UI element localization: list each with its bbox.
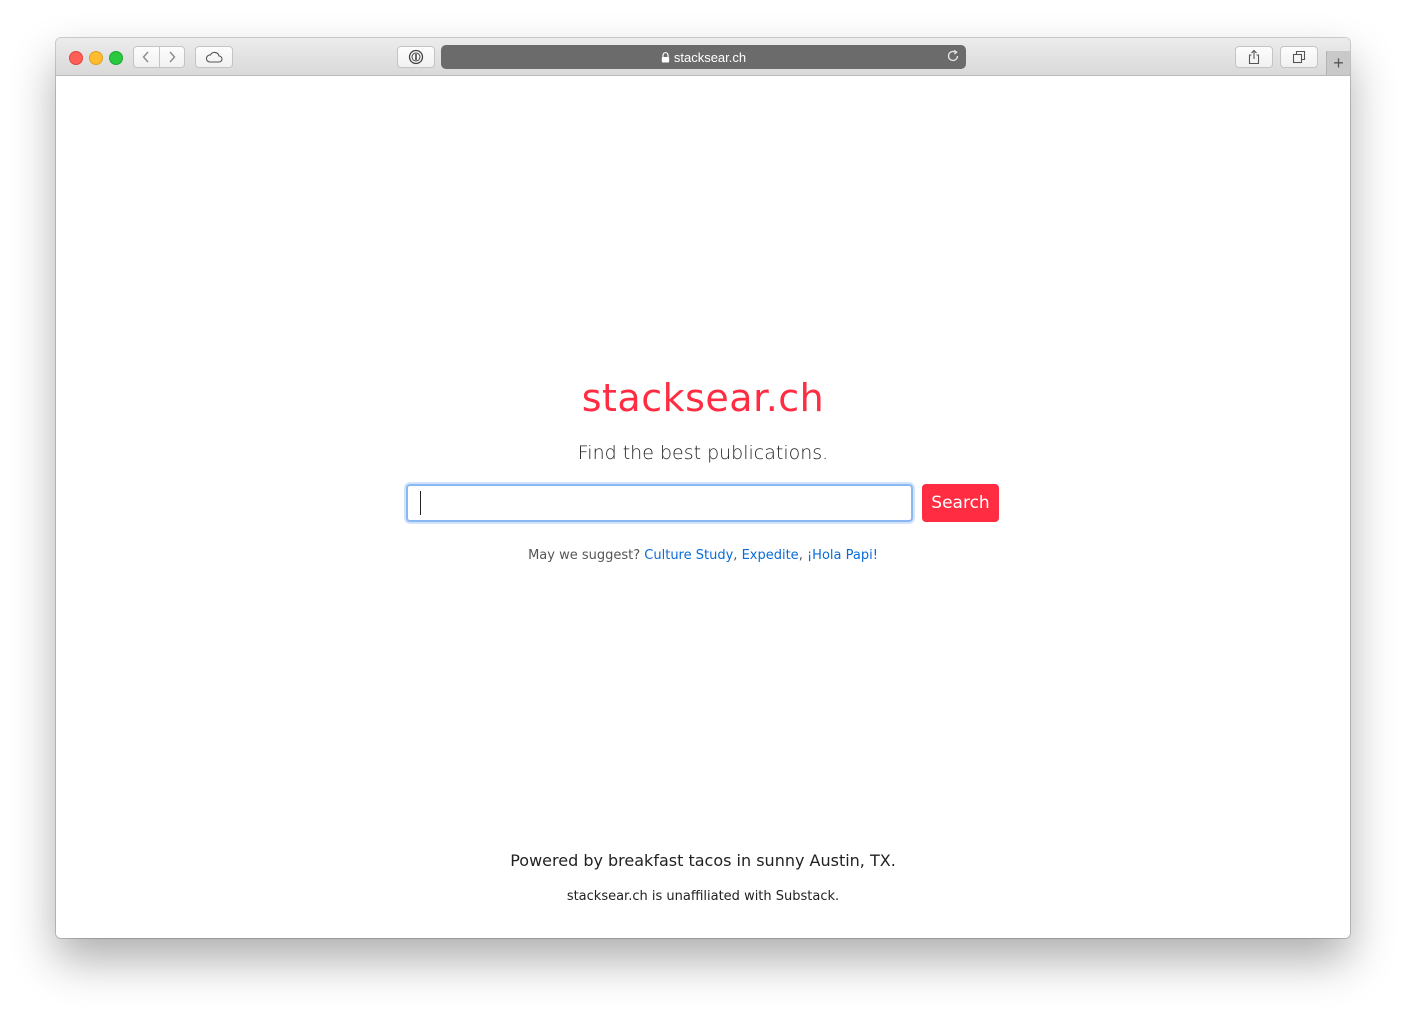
chevron-left-icon	[142, 51, 149, 63]
icloud-tabs-icon	[205, 51, 223, 63]
suggestion-link-hola-papi[interactable]: ¡Hola Papi!	[807, 548, 878, 563]
page-content: stacksear.ch Find the best publications.…	[56, 76, 1350, 938]
share-icon	[1248, 49, 1260, 65]
forward-button[interactable]	[158, 47, 185, 67]
window-close-button[interactable]	[69, 51, 83, 65]
suggestion-link-culture-study[interactable]: Culture Study	[644, 548, 733, 563]
new-tab-button[interactable]: +	[1326, 51, 1350, 75]
back-button[interactable]	[134, 47, 159, 67]
page-tagline: Find the best publications.	[577, 442, 829, 464]
share-button[interactable]	[1235, 46, 1273, 68]
address-url: stacksear.ch	[673, 49, 747, 65]
password-manager-button[interactable]	[397, 46, 435, 68]
browser-window: stacksear.ch + stacksear.ch Find the bes…	[56, 38, 1350, 938]
window-zoom-button[interactable]	[109, 51, 123, 65]
site-logo[interactable]: stacksear.ch	[56, 376, 1350, 420]
chevron-right-icon	[169, 51, 176, 63]
tab-overview-icon	[1292, 50, 1306, 64]
search-input[interactable]	[406, 484, 913, 522]
icloud-tabs-button[interactable]	[195, 46, 233, 68]
history-nav	[133, 46, 185, 68]
tab-overview-button[interactable]	[1280, 46, 1318, 68]
address-bar[interactable]: stacksear.ch	[441, 45, 966, 69]
reload-icon[interactable]	[946, 49, 960, 66]
suggestions: May we suggest? Culture Study, Expedite,…	[56, 548, 1350, 563]
search-button[interactable]: Search	[922, 484, 999, 522]
footer-disclaimer: stacksear.ch is unaffiliated with Substa…	[566, 889, 840, 904]
suggestion-separator: ,	[798, 548, 807, 563]
suggestion-separator: ,	[733, 548, 742, 563]
footer-powered-by: Powered by breakfast tacos in sunny Aust…	[510, 851, 896, 870]
suggestion-link-expedite[interactable]: Expedite	[742, 548, 799, 563]
window-minimize-button[interactable]	[89, 51, 103, 65]
plus-icon: +	[1333, 53, 1344, 73]
browser-toolbar: stacksear.ch +	[56, 38, 1350, 76]
suggestions-prefix: May we suggest?	[528, 548, 641, 563]
text-caret	[420, 491, 421, 515]
lock-icon	[661, 51, 670, 63]
password-manager-icon	[408, 49, 424, 65]
